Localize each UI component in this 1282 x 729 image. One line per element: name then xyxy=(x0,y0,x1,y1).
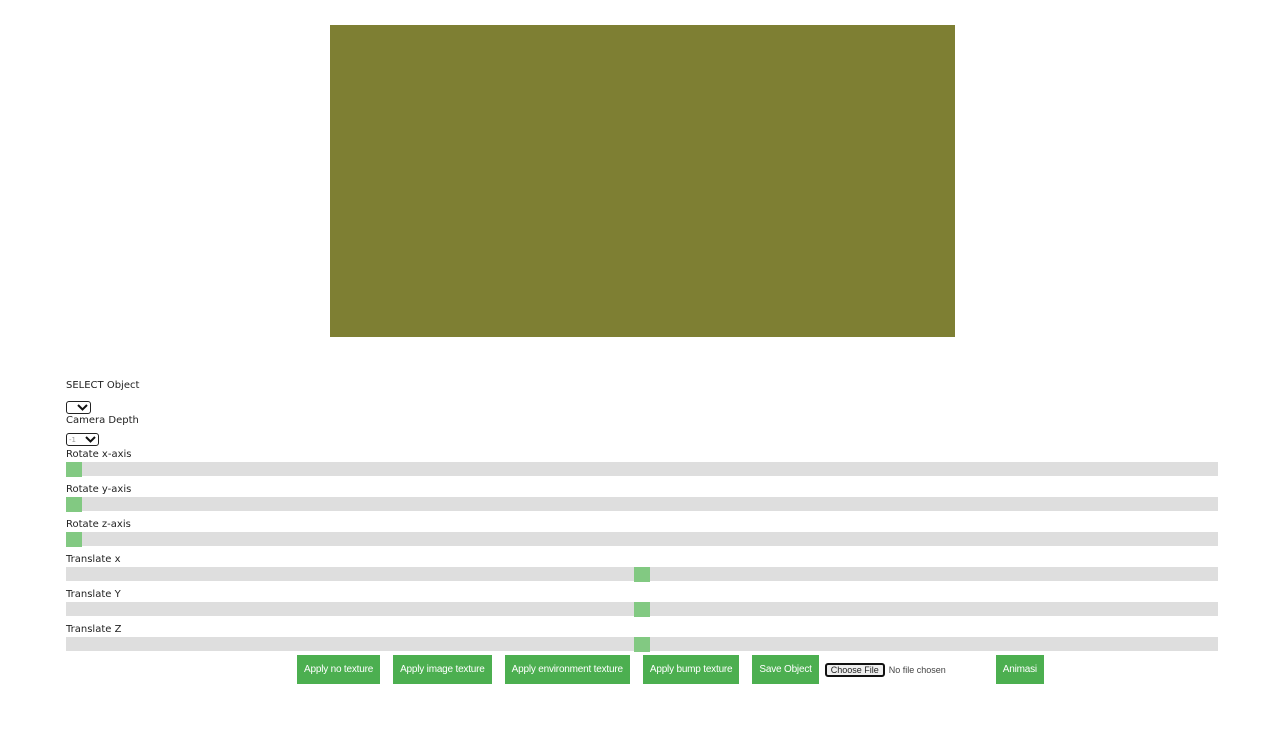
camera-depth-dropdown[interactable]: -1 xyxy=(66,433,99,446)
slider-track[interactable] xyxy=(66,637,1218,652)
action-bar: Apply no texture Apply image texture App… xyxy=(297,655,1044,684)
apply-bump-texture-button[interactable]: Apply bump texture xyxy=(642,655,740,684)
choose-file-button[interactable]: Choose File xyxy=(824,662,885,677)
apply-image-texture-button[interactable]: Apply image texture xyxy=(393,655,492,684)
apply-environment-texture-button[interactable]: Apply environment texture xyxy=(504,655,630,684)
slider-group: Rotate y-axis xyxy=(66,483,1218,512)
slider-thumb[interactable] xyxy=(634,637,650,652)
slider-group: Rotate x-axis xyxy=(66,448,1218,477)
camera-depth-label: Camera Depth xyxy=(66,414,139,426)
slider-label: Rotate y-axis xyxy=(66,484,132,495)
file-input[interactable]: Choose File No file chosen xyxy=(824,655,946,684)
slider-thumb[interactable] xyxy=(634,602,650,617)
slider-group: Translate x xyxy=(66,553,1218,582)
chevron-down-icon xyxy=(85,436,96,443)
slider-group: Translate Y xyxy=(66,588,1218,617)
slider-thumb[interactable] xyxy=(66,532,82,547)
slider-label: Translate Y xyxy=(66,589,121,600)
slider-track[interactable] xyxy=(66,567,1218,582)
slider-label: Translate x xyxy=(66,554,121,565)
apply-no-texture-button[interactable]: Apply no texture xyxy=(297,655,381,684)
webgl-canvas[interactable] xyxy=(330,25,955,337)
slider-label: Translate Z xyxy=(66,624,122,635)
select-object-dropdown[interactable] xyxy=(66,400,91,414)
camera-depth-value: -1 xyxy=(69,435,76,444)
slider-thumb[interactable] xyxy=(66,497,82,512)
slider-track[interactable] xyxy=(66,532,1218,547)
slider-group: Translate Z xyxy=(66,623,1218,652)
control-panel: SELECT Object Camera Depth -1 Rotate x-a… xyxy=(66,379,1218,652)
slider-label: Rotate x-axis xyxy=(66,449,132,460)
slider-group: Rotate z-axis xyxy=(66,518,1218,547)
slider-track[interactable] xyxy=(66,497,1218,512)
slider-thumb[interactable] xyxy=(634,567,650,582)
file-status-text: No file chosen xyxy=(888,664,946,675)
save-object-button[interactable]: Save Object xyxy=(752,655,819,684)
chevron-down-icon xyxy=(77,403,88,411)
slider-label: Rotate z-axis xyxy=(66,519,131,530)
slider-track[interactable] xyxy=(66,462,1218,477)
slider-thumb[interactable] xyxy=(66,462,82,477)
select-object-label: SELECT Object xyxy=(66,380,140,391)
slider-track[interactable] xyxy=(66,602,1218,617)
animasi-button[interactable]: Animasi xyxy=(995,655,1044,684)
